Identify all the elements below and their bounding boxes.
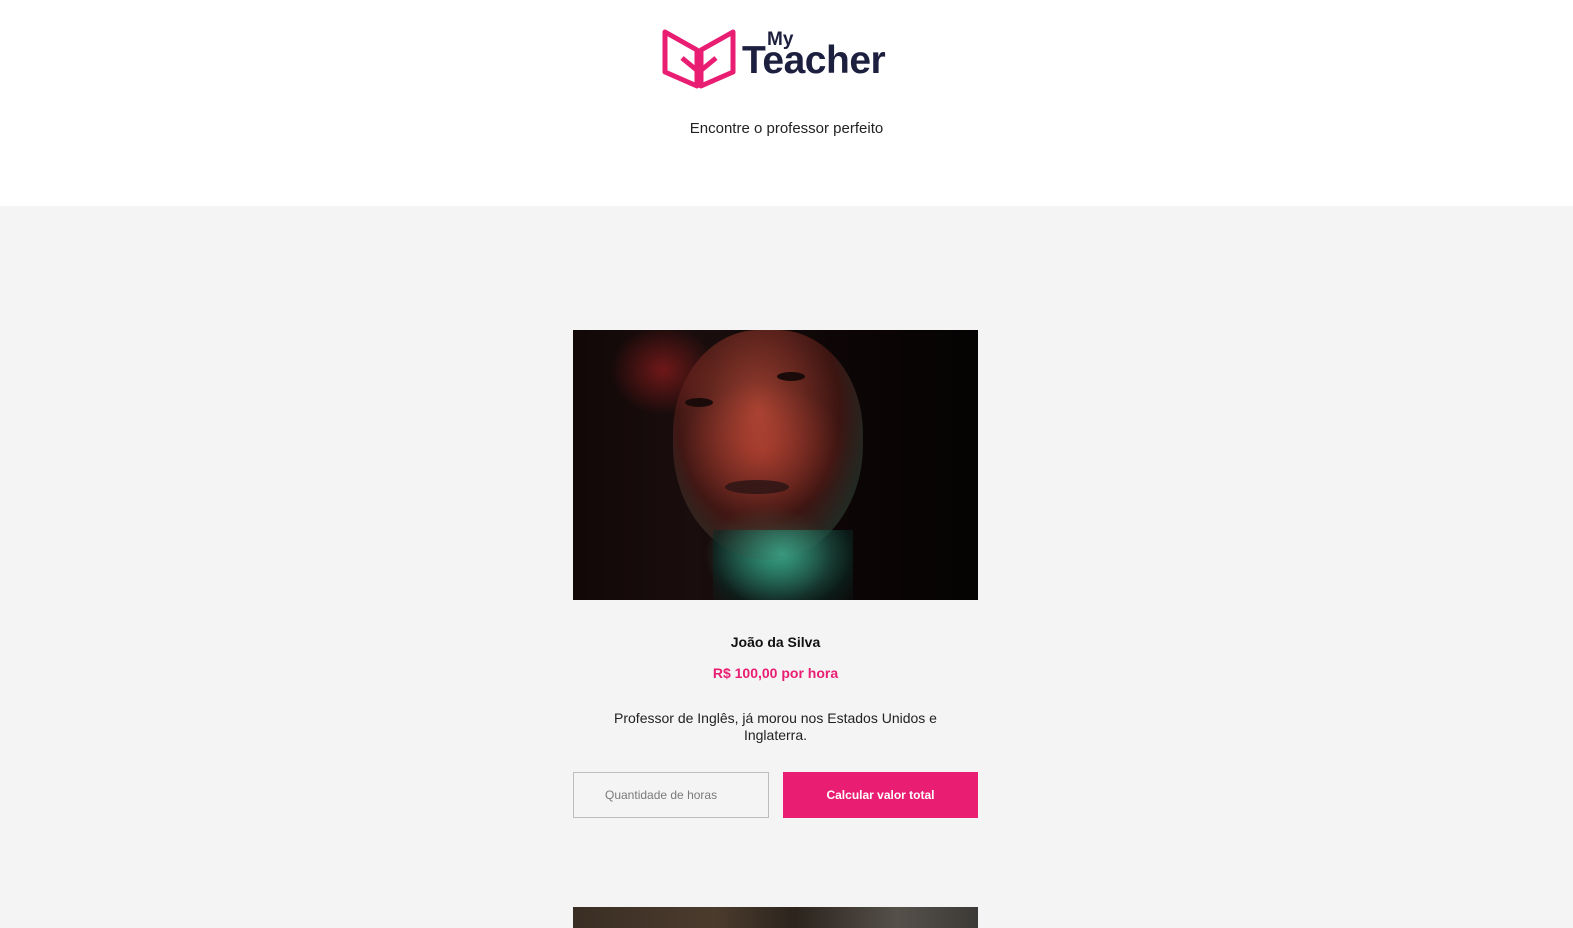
photo-mouth <box>725 480 789 494</box>
open-book-icon <box>662 29 736 89</box>
photo-face <box>673 330 863 560</box>
myteacher-logo[interactable]: My Teacher <box>662 28 886 92</box>
teacher-price: R$ 100,00 por hora <box>712 665 839 681</box>
tagline: Encontre o professor perfeito <box>689 120 884 137</box>
page-header: My Teacher Encontre o professor perfeito <box>0 0 1573 206</box>
price-calculator: Calcular valor total <box>573 772 978 818</box>
photo-eye-left <box>685 398 713 407</box>
photo-neck <box>713 530 853 600</box>
teacher-card: João da Silva R$ 100,00 por hora Profess… <box>573 330 978 818</box>
photo-eye-right <box>777 372 805 381</box>
teacher-name: João da Silva <box>730 634 821 650</box>
logo-text-teacher: Teacher <box>742 39 886 82</box>
teacher-photo <box>573 330 978 600</box>
teacher-description: Professor de Inglês, já morou nos Estado… <box>614 710 937 743</box>
hours-input[interactable] <box>573 772 769 818</box>
calculate-total-button[interactable]: Calcular valor total <box>783 772 978 818</box>
next-teacher-photo <box>573 907 978 928</box>
